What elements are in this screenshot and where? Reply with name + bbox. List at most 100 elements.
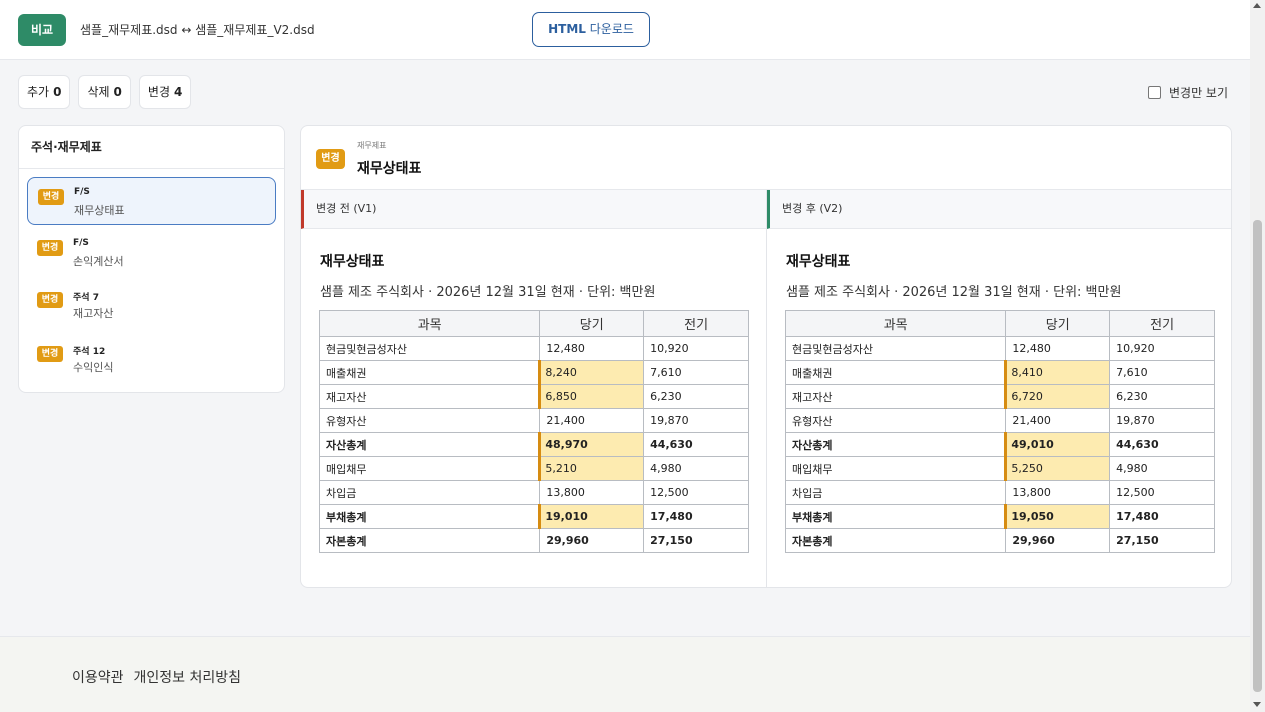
footer-links: 이용약관 개인정보 처리방침 — [72, 667, 241, 687]
table-row: 자본총계 29,960 27,150 — [784, 528, 1215, 553]
file-title: 샘플_재무제표.dsd ↔ 샘플_재무제표_V2.dsd — [80, 23, 315, 37]
sidebar-item-label: 재고자산 — [73, 307, 114, 320]
after-table: 과목 당기 전기 현금및현금성자산 12,480 10,920 매출채권 8,410 7,… — [784, 310, 1215, 553]
current-period-cell: 21,400 — [539, 408, 645, 433]
sidebar-item-note-7[interactable]: 변경 주석 7 재고자산 — [27, 281, 276, 329]
sidebar-item-label: 수익인식 — [73, 361, 114, 374]
sidebar-item-code: F/S — [74, 187, 90, 197]
top-bar: 비교 샘플_재무제표.dsd ↔ 샘플_재무제표_V2.dsd HTML 다운로… — [0, 0, 1250, 60]
column-header: 과목 — [784, 310, 1007, 337]
current-period-cell: 49,010 — [1004, 432, 1111, 457]
privacy-link[interactable]: 개인정보 처리방침 — [134, 667, 242, 687]
current-period-cell: 29,960 — [1005, 528, 1111, 553]
only-changed-toggle[interactable]: 변경만 보기 — [1148, 84, 1228, 101]
prior-period-cell: 6,230 — [1109, 384, 1215, 409]
after-doc-title: 재무상태표 — [786, 254, 851, 270]
item-cell: 매입채무 — [784, 456, 1007, 481]
item-cell: 유형자산 — [318, 408, 541, 433]
current-period-cell: 8,240 — [538, 360, 645, 385]
sidebar-item-balance-sheet[interactable]: 변경 F/S 재무상태표 — [27, 177, 276, 225]
item-cell: 현금및현금성자산 — [784, 336, 1007, 361]
sidebar-item-label: 재무상태표 — [74, 204, 125, 217]
current-period-cell: 6,850 — [538, 384, 645, 409]
column-header: 전기 — [643, 310, 749, 337]
prior-period-cell: 17,480 — [1109, 504, 1215, 529]
before-column-header: 변경 전 (V1) — [301, 190, 766, 229]
after-column: 변경 후 (V2) 재무상태표 샘플 제조 주식회사 · 2026년 12월 3… — [767, 190, 1231, 587]
prior-period-cell: 12,500 — [1109, 480, 1215, 505]
panel-header: 변경 재무제표 재무상태표 — [301, 126, 1231, 190]
terms-link[interactable]: 이용약관 — [72, 667, 124, 687]
download-label-bold: HTML — [548, 22, 586, 36]
scroll-down-icon[interactable] — [1253, 702, 1261, 707]
prior-period-cell: 4,980 — [643, 456, 749, 481]
before-doc-title: 재무상태표 — [320, 254, 385, 270]
filter-bar: 추가 0 삭제 0 변경 4 — [18, 75, 192, 109]
table-row: 자산총계 48,970 44,630 — [318, 432, 749, 457]
changed-tag: 변경 — [37, 346, 63, 362]
current-period-cell: 48,970 — [538, 432, 645, 457]
current-period-cell: 29,960 — [539, 528, 645, 553]
filter-added-label: 추가 — [27, 85, 50, 99]
item-cell: 차입금 — [784, 480, 1007, 505]
changed-tag: 변경 — [37, 292, 63, 308]
prior-period-cell: 7,610 — [643, 360, 749, 385]
prior-period-cell: 19,870 — [1109, 408, 1215, 433]
prior-period-cell: 10,920 — [643, 336, 749, 361]
html-download-button[interactable]: HTML 다운로드 — [532, 12, 650, 47]
filter-added-button[interactable]: 추가 0 — [18, 75, 71, 109]
item-cell: 유형자산 — [784, 408, 1007, 433]
scrollbar[interactable] — [1250, 0, 1265, 712]
before-column: 변경 전 (V1) 재무상태표 샘플 제조 주식회사 · 2026년 12월 3… — [301, 190, 767, 587]
prior-period-cell: 12,500 — [643, 480, 749, 505]
prior-period-cell: 10,920 — [1109, 336, 1215, 361]
sidebar-item-label: 손익계산서 — [73, 255, 124, 268]
item-cell: 현금및현금성자산 — [318, 336, 541, 361]
item-cell: 매출채권 — [784, 360, 1007, 385]
filter-changed-button[interactable]: 변경 4 — [138, 75, 192, 109]
only-changed-checkbox[interactable] — [1148, 86, 1161, 99]
column-header: 과목 — [318, 310, 541, 337]
compare-badge: 비교 — [18, 14, 67, 46]
sidebar-item-income-statement[interactable]: 변경 F/S 손익계산서 — [27, 229, 276, 277]
table-row: 매출채권 8,240 7,610 — [318, 360, 749, 385]
prior-period-cell: 44,630 — [1109, 432, 1215, 457]
table-row: 재고자산 6,850 6,230 — [318, 384, 749, 409]
column-header: 당기 — [539, 310, 645, 337]
footer: 이용약관 개인정보 처리방침 — [0, 636, 1250, 712]
item-cell: 자본총계 — [318, 528, 541, 553]
sidebar-item-note-12[interactable]: 변경 주석 12 수익인식 — [27, 335, 276, 383]
item-cell: 재고자산 — [318, 384, 541, 409]
filter-deleted-label: 삭제 — [87, 85, 110, 99]
table-row: 현금및현금성자산 12,480 10,920 — [318, 336, 749, 361]
prior-period-cell: 27,150 — [643, 528, 749, 553]
current-period-cell: 19,010 — [538, 504, 645, 529]
item-cell: 자본총계 — [784, 528, 1007, 553]
changed-tag: 변경 — [316, 149, 345, 169]
table-row: 매출채권 8,410 7,610 — [784, 360, 1215, 385]
column-header: 전기 — [1109, 310, 1215, 337]
table-row: 유형자산 21,400 19,870 — [318, 408, 749, 433]
prior-period-cell: 17,480 — [643, 504, 749, 529]
prior-period-cell: 7,610 — [1109, 360, 1215, 385]
column-header: 당기 — [1005, 310, 1111, 337]
prior-period-cell: 19,870 — [643, 408, 749, 433]
table-row: 자본총계 29,960 27,150 — [318, 528, 749, 553]
download-label: 다운로드 — [585, 22, 634, 36]
scroll-up-icon[interactable] — [1253, 3, 1261, 8]
before-doc-subtitle: 샘플 제조 주식회사 · 2026년 12월 31일 현재 · 단위: 백만원 — [320, 285, 656, 300]
current-period-cell: 6,720 — [1004, 384, 1111, 409]
current-period-cell: 8,410 — [1004, 360, 1111, 385]
table-row: 부채총계 19,050 17,480 — [784, 504, 1215, 529]
filter-deleted-button[interactable]: 삭제 0 — [78, 75, 131, 109]
sidebar-item-code: F/S — [73, 238, 89, 248]
table-row: 부채총계 19,010 17,480 — [318, 504, 749, 529]
table-row: 유형자산 21,400 19,870 — [784, 408, 1215, 433]
after-doc-subtitle: 샘플 제조 주식회사 · 2026년 12월 31일 현재 · 단위: 백만원 — [786, 285, 1122, 300]
before-table: 과목 당기 전기 현금및현금성자산 12,480 10,920 매출채권 8,240 7,… — [318, 310, 749, 553]
item-cell: 매출채권 — [318, 360, 541, 385]
current-period-cell: 5,250 — [1004, 456, 1111, 481]
table-row: 차입금 13,800 12,500 — [784, 480, 1215, 505]
scrollbar-thumb[interactable] — [1253, 220, 1262, 692]
after-column-header: 변경 후 (V2) — [767, 190, 1231, 229]
